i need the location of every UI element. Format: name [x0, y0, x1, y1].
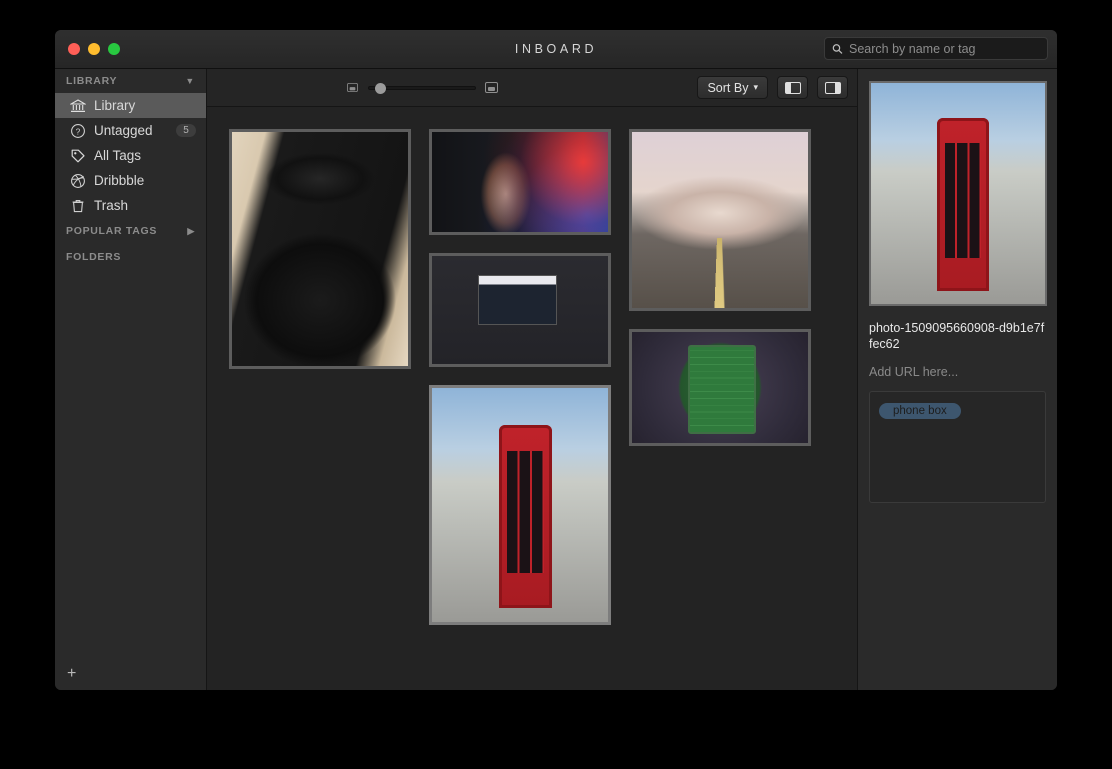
sidebar-section-popular-tags-label: POPULAR TAGS	[66, 225, 158, 237]
thumbnail-size-slider[interactable]	[368, 82, 476, 94]
sidebar-item-label: All Tags	[94, 148, 142, 163]
inspector-url-input[interactable]: Add URL here...	[869, 365, 1046, 379]
toggle-inspector-button[interactable]	[817, 76, 848, 99]
right-panel-toggle-icon	[824, 81, 841, 94]
search-input[interactable]	[849, 41, 1040, 56]
thumbnail-size-control[interactable]	[346, 82, 498, 94]
zoom-window-button[interactable]	[108, 43, 120, 55]
sidebar-item-label: Dribbble	[94, 173, 145, 188]
minimize-window-button[interactable]	[88, 43, 100, 55]
slider-knob[interactable]	[375, 82, 386, 94]
question-circle-icon: ?	[69, 122, 86, 139]
dribbble-icon	[69, 172, 86, 189]
toolbar: Sort By ▾	[207, 69, 857, 107]
inspector-tag-list[interactable]: phone box	[869, 391, 1046, 503]
search-icon	[832, 43, 843, 54]
sidebar-section-folders[interactable]: FOLDERS	[55, 244, 206, 270]
grid-item-man-neon-sign-photo[interactable]	[429, 129, 611, 235]
grid-column	[429, 129, 611, 625]
traffic-lights	[55, 43, 120, 55]
sidebar-item-library[interactable]: Library	[55, 93, 206, 118]
chevron-down-icon: ▾	[753, 82, 758, 92]
trash-icon	[69, 197, 86, 214]
sort-by-button[interactable]: Sort By ▾	[697, 76, 768, 99]
small-thumbnail-icon[interactable]	[347, 82, 358, 93]
sidebar-item-dribbble[interactable]: Dribbble	[55, 168, 206, 193]
sidebar-item-label: Trash	[94, 198, 129, 213]
grid-item-office-chair-photo[interactable]	[229, 129, 411, 369]
thumbnail-image	[432, 132, 608, 232]
sidebar-item-untagged[interactable]: ? Untagged 5	[55, 118, 206, 143]
preview-image	[871, 83, 1045, 304]
left-panel-toggle-icon	[784, 81, 801, 94]
grid-item-vikings-stadium-aerial-photo[interactable]	[629, 329, 811, 446]
sidebar-item-trash[interactable]: Trash	[55, 193, 206, 218]
chevron-down-icon: ▼	[185, 76, 195, 86]
grid-item-design-app-screenshot[interactable]	[429, 253, 611, 367]
untagged-count-badge: 5	[176, 124, 196, 137]
toggle-sidebar-button[interactable]	[777, 76, 808, 99]
sidebar-section-library[interactable]: LIBRARY ▼	[55, 69, 206, 93]
chevron-right-icon: ▶	[187, 225, 195, 236]
thumbnail-grid	[207, 107, 857, 690]
close-window-button[interactable]	[68, 43, 80, 55]
title-bar: INBOARD	[55, 30, 1057, 69]
inboard-window: INBOARD LIBRARY ▼	[55, 30, 1057, 690]
tag-icon	[69, 147, 86, 164]
tag-chip[interactable]: phone box	[879, 403, 961, 419]
thumbnail-image	[432, 388, 608, 622]
main-content: Sort By ▾	[207, 69, 857, 690]
thumbnail-image	[232, 132, 408, 366]
thumbnail-image	[432, 256, 608, 364]
inspector-panel: photo-1509095660908-d9b1e7ffec62 Add URL…	[857, 69, 1057, 690]
sort-by-label: Sort By	[707, 80, 749, 95]
grid-column	[629, 129, 811, 446]
thumbnail-image	[632, 132, 808, 308]
sidebar-item-label: Untagged	[94, 123, 153, 138]
svg-text:?: ?	[75, 126, 80, 136]
grid-column	[229, 129, 411, 369]
grid-item-red-telephone-box-photo[interactable]	[429, 385, 611, 625]
sidebar-section-popular-tags[interactable]: POPULAR TAGS ▶	[55, 218, 206, 244]
sidebar-section-folders-label: FOLDERS	[66, 251, 122, 263]
large-thumbnail-icon[interactable]	[485, 82, 498, 93]
add-folder-button[interactable]: +	[55, 658, 206, 690]
sidebar-item-label: Library	[94, 98, 136, 113]
window-body: LIBRARY ▼ Library ? Untagged 5 All Tags …	[55, 69, 1057, 690]
grid-item-empty-street-dusk-photo[interactable]	[629, 129, 811, 311]
bank-icon	[69, 97, 86, 114]
sidebar-section-library-label: LIBRARY	[66, 75, 118, 87]
sidebar-item-all-tags[interactable]: All Tags	[55, 143, 206, 168]
search-field[interactable]	[824, 37, 1048, 60]
inspector-filename: photo-1509095660908-d9b1e7ffec62	[869, 321, 1045, 351]
thumbnail-image	[632, 332, 808, 443]
inspector-preview[interactable]	[869, 81, 1047, 306]
sidebar: LIBRARY ▼ Library ? Untagged 5 All Tags …	[55, 69, 207, 690]
